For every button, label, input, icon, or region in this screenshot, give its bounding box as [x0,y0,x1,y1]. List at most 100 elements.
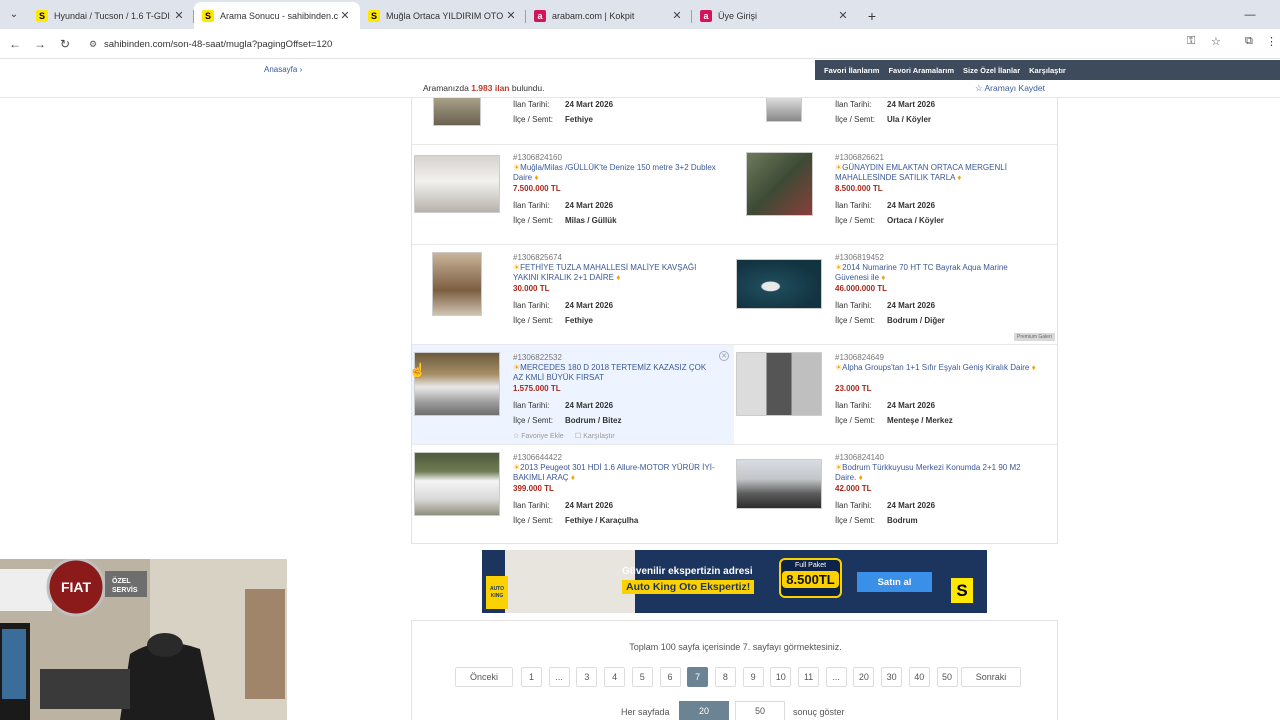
browser-tab-1[interactable]: S Hyundai / Tucson / 1.6 T-GDI / ✕ [28,2,194,29]
tab-close-icon[interactable]: ✕ [504,9,518,22]
browser-tab-3[interactable]: S Muğla Ortaca YILDIRIM OTOMO ✕ [360,2,526,29]
svg-text:SERVİS: SERVİS [112,586,138,594]
page-8-button[interactable]: 8 [714,667,736,687]
address-bar[interactable]: ⚙ sahibinden.com/son-48-saat/mugla?pagin… [82,33,1232,55]
extensions-icon[interactable]: ⧉ [1245,35,1253,48]
per-page-50-button[interactable]: 50 [735,701,785,720]
listing-card[interactable]: #1306825674 ☀FETHİYE TUZLA MAHALLESİ MAL… [412,245,734,344]
listing-title[interactable]: ☀Alpha Groups'tan 1+1 Sıfır Eşyalı Geniş… [835,363,1040,373]
listing-card[interactable]: #1306824649 ☀Alpha Groups'tan 1+1 Sıfır … [734,345,1056,444]
compare-checkbox[interactable]: ☐ Karşılaştır [575,432,615,440]
pagination: Toplam 100 sayfa içerisinde 7. sayfayı g… [411,620,1058,720]
autoking-logo: AUTO KING [486,576,508,609]
tab-search-menu-icon[interactable]: ⌄ [0,0,28,29]
browser-tab-2[interactable]: S Arama Sonucu - sahibinden.com ✕ [194,2,360,29]
page-30-button[interactable]: 30 [881,667,903,687]
minimize-icon[interactable]: — [1235,0,1265,29]
forward-icon[interactable]: → [31,35,49,53]
tab-close-icon[interactable]: ✕ [172,9,186,22]
page-3-button[interactable]: 3 [576,667,598,687]
browser-tab-4[interactable]: a arabam.com | Kokpit ✕ [526,2,692,29]
prev-page-button[interactable]: Önceki [455,667,513,687]
page-6-button[interactable]: 6 [659,667,681,687]
tab-close-icon[interactable]: ✕ [338,9,352,22]
compare-link[interactable]: Karşılaştır [1029,66,1066,75]
banner-package: Full Paket 8.500TL [779,558,842,598]
breadcrumb-home[interactable]: Anasayfa › [264,65,302,74]
listing-photo[interactable] [736,259,822,309]
listing-photo[interactable] [736,459,822,509]
listing-title[interactable]: ☀GÜNAYDIN EMLAKTAN ORTACA MERGENLİ MAHAL… [835,163,1040,183]
page-4-button[interactable]: 4 [604,667,626,687]
listing-title[interactable]: ☀Bodrum Türkkuyusu Merkezi Konumda 2+1 9… [835,463,1040,483]
reload-icon[interactable]: ↻ [56,35,74,53]
listing-photo[interactable] [746,152,813,216]
page-1-button[interactable]: 1 [521,667,542,687]
special-listings-link[interactable]: Size Özel İlanlar [963,66,1020,75]
per-page-suffix: sonuç göster [793,707,845,717]
page-50-button[interactable]: 50 [936,667,958,687]
listing-photo[interactable] [433,98,481,126]
listing-photo[interactable] [736,352,822,416]
bookmark-star-icon[interactable]: ☆ [1211,35,1221,48]
favorite-add-link[interactable]: ☆ Favoriye Ekle [513,432,564,440]
tab-close-icon[interactable]: ✕ [670,9,684,22]
sahibinden-favicon-icon: S [36,9,48,22]
site-info-icon[interactable]: ⚙ [82,39,104,50]
listing-title[interactable]: ☀2014 Numarine 70 HT TC Bayrak Aqua Mari… [835,263,1040,283]
listing-title[interactable]: ☀Muğla/Milas /GÜLLÜK'te Denize 150 metre… [513,163,718,183]
ad-banner[interactable]: AUTO KING Güvenilir ekspertizin adresi A… [482,550,987,613]
browser-tab-bar: ⌄ S Hyundai / Tucson / 1.6 T-GDI / ✕ S A… [0,0,1280,29]
fiat-logo-text: FIAT [61,579,92,595]
page-7-button[interactable]: 7 [687,667,709,687]
webcam-scene: FIAT ÖZEL SERVİS [0,559,287,720]
listing-photo[interactable] [766,98,802,122]
favorite-searches-link[interactable]: Favori Aramalarım [888,66,954,75]
mouse-cursor-icon: ☝ [409,362,427,378]
save-search-link[interactable]: ☆ Aramayı Kaydet [975,83,1045,94]
arabam-favicon-icon: a [700,9,712,22]
page-11-button[interactable]: 11 [798,667,819,687]
page-40-button[interactable]: 40 [908,667,930,687]
listing-row: #1306822532 ✕ ☀MERCEDES 180 D 2018 TERTE… [412,344,1057,444]
next-page-button[interactable]: Sonraki [961,667,1021,687]
page-5-button[interactable]: 5 [631,667,653,687]
new-tab-icon[interactable]: + [858,2,886,29]
listing-card[interactable]: #1306819452 ☀2014 Numarine 70 HT TC Bayr… [734,245,1056,344]
listing-card[interactable]: İlan Tarihi: 24 Mart 2026 İlçe / Semt: Ula… [734,98,1056,144]
per-page-label: Her sayfada [621,707,670,717]
per-page-20-button[interactable]: 20 [679,701,729,720]
tab-title: Arama Sonucu - sahibinden.com [220,10,338,21]
listing-title[interactable]: ☀2013 Peugeot 301 HDİ 1.6 Allure-MOTOR Y… [513,463,718,483]
tab-close-icon[interactable]: ✕ [836,9,850,22]
listing-card[interactable]: #1306824140 ☀Bodrum Türkkuyusu Merkezi K… [734,445,1056,544]
browser-tab-5[interactable]: a Üye Girişi ✕ [692,2,858,29]
password-key-icon[interactable]: ⚿ [1187,35,1195,48]
page-20-button[interactable]: 20 [853,667,875,687]
listing-photo[interactable] [414,155,500,213]
listing-photo[interactable] [432,252,482,316]
listing-card[interactable]: #1306644422 ☀2013 Peugeot 301 HDİ 1.6 Al… [412,445,734,544]
page-9-button[interactable]: 9 [742,667,764,687]
listing-card[interactable]: #1306824160 ☀Muğla/Milas /GÜLLÜK'te Deni… [412,145,734,244]
favorite-listings-link[interactable]: Favori İlanlarım [824,66,879,75]
listing-row: #1306824160 ☀Muğla/Milas /GÜLLÜK'te Deni… [412,144,1057,244]
listing-card[interactable]: #1306822532 ✕ ☀MERCEDES 180 D 2018 TERTE… [412,345,734,444]
banner-photo [505,550,635,613]
page-10-button[interactable]: 10 [770,667,792,687]
listing-row: #1306644422 ☀2013 Peugeot 301 HDİ 1.6 Al… [412,444,1057,544]
page-ellipsis: ... [825,667,847,687]
listing-photo[interactable] [414,452,500,516]
close-icon[interactable]: ✕ [719,351,729,361]
sahibinden-logo: S [951,578,973,603]
menu-dots-icon[interactable]: ⋮ [1266,35,1277,48]
back-icon[interactable]: ← [6,35,24,53]
listing-title[interactable]: ☀MERCEDES 180 D 2018 TERTEMİZ KAZASIZ ÇO… [513,363,718,383]
listing-card[interactable]: İlan Tarihi: 24 Mart 2026 İlçe / Semt: Fet… [412,98,734,144]
listing-card[interactable]: #1306826621 ☀GÜNAYDIN EMLAKTAN ORTACA ME… [734,145,1056,244]
listing-title[interactable]: ☀FETHİYE TUZLA MAHALLESİ MALİYE KAVŞAĞI … [513,263,718,283]
buy-button[interactable]: Satın al [857,572,932,592]
tab-title: Hyundai / Tucson / 1.6 T-GDI / [54,10,172,21]
listing-photo[interactable] [414,352,500,416]
result-summary-bar: Aramanızda 1.983 ilan bulundu. ☆ Aramayı… [0,80,1280,98]
